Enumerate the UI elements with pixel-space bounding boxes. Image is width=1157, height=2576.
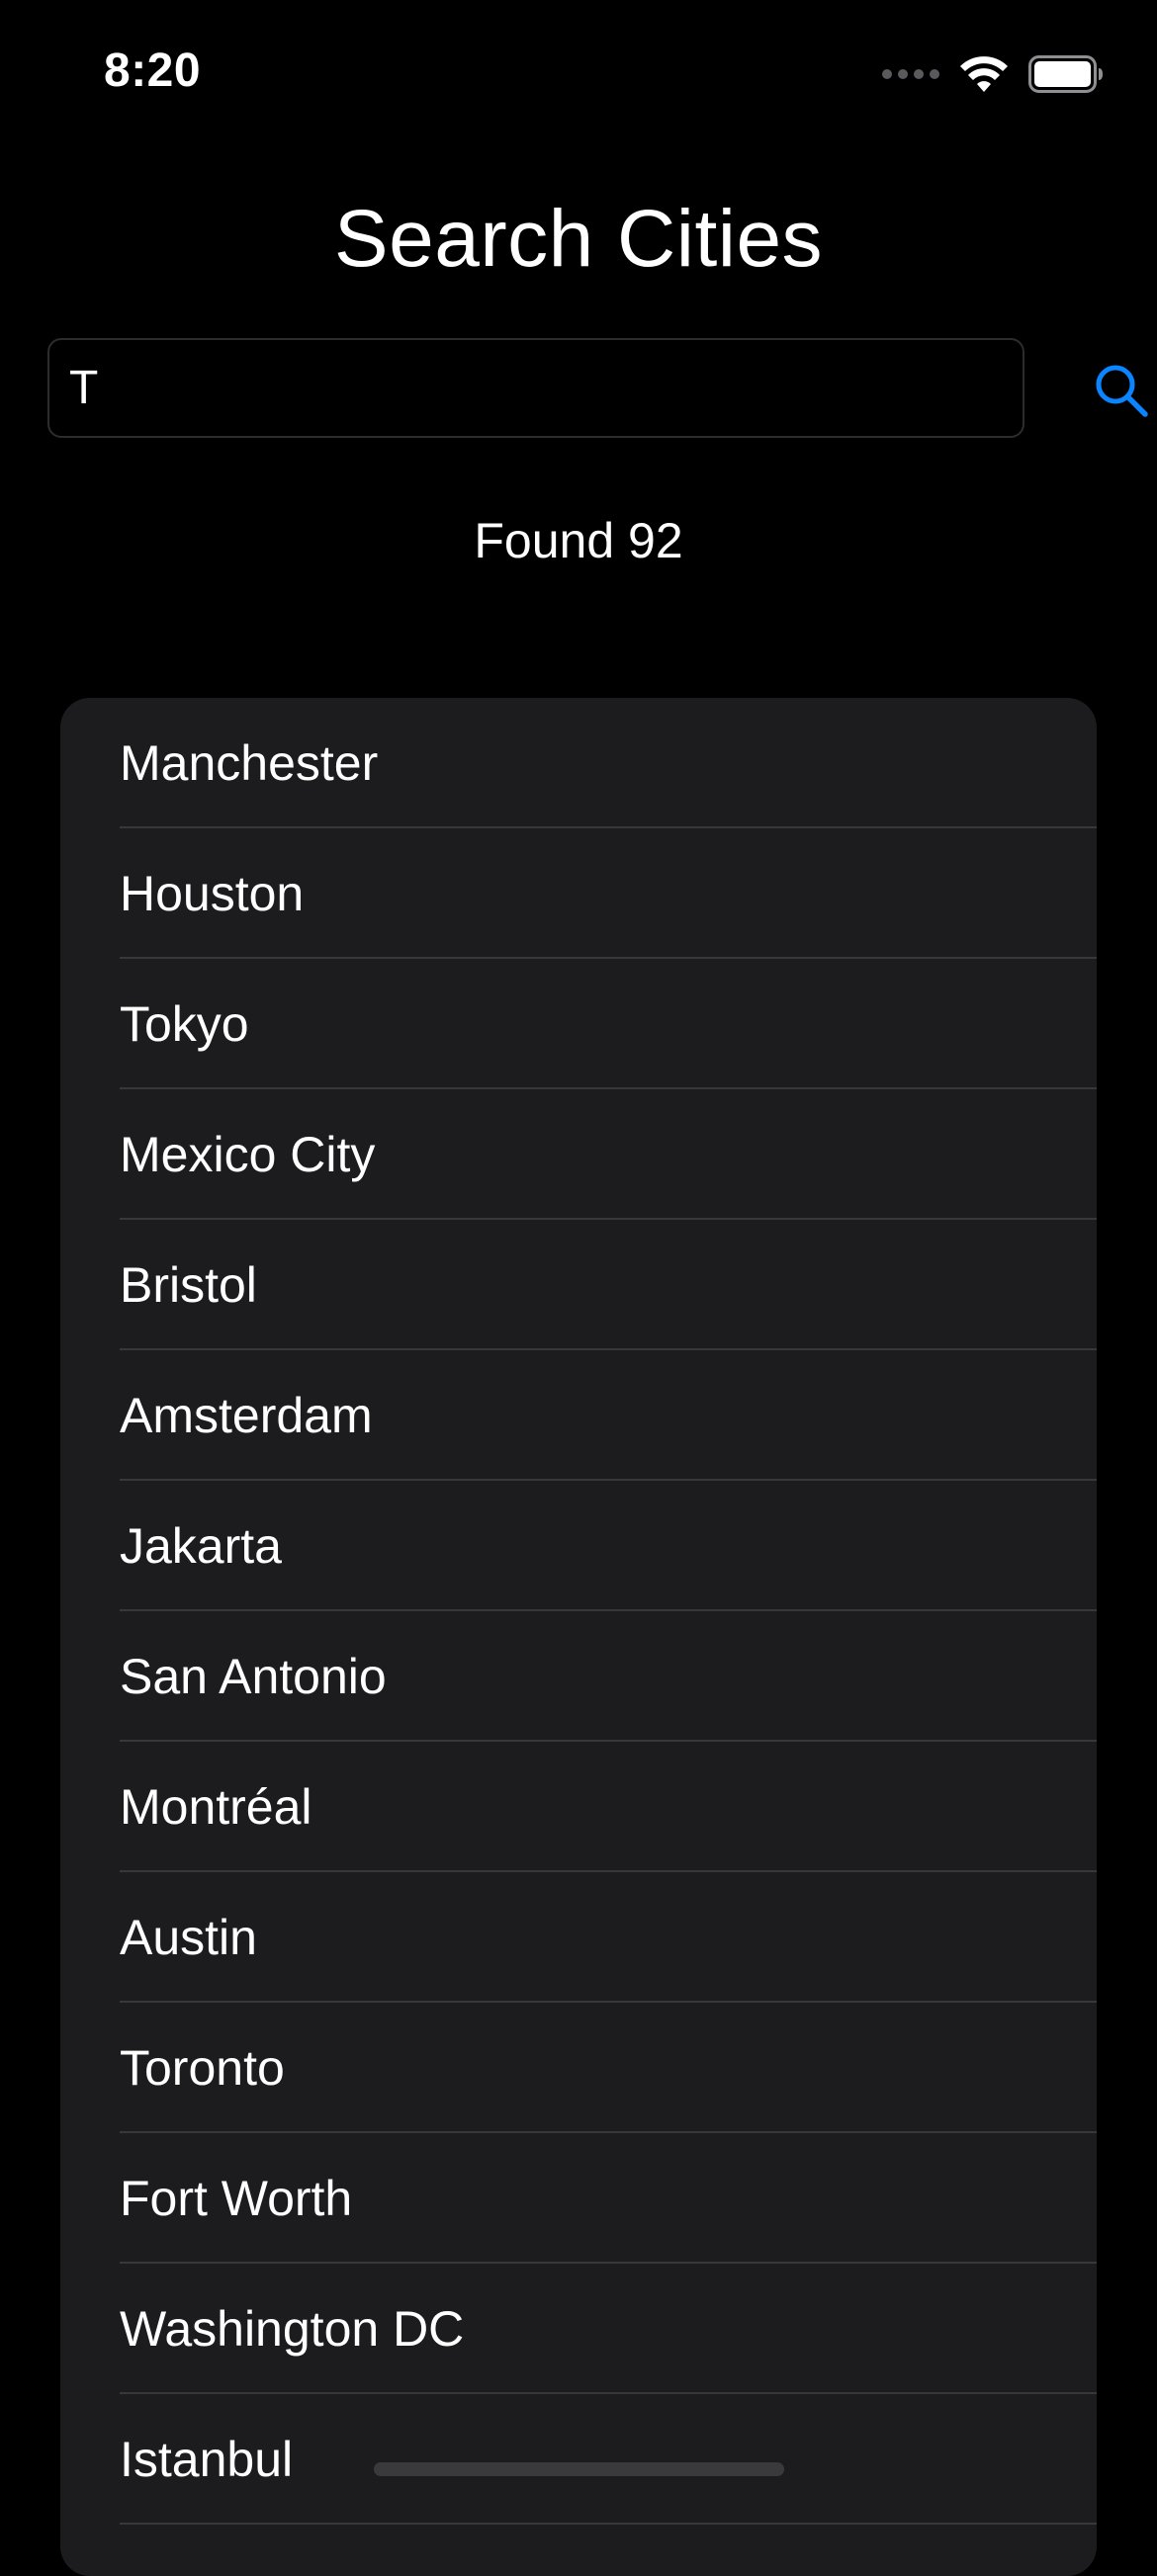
list-item[interactable]: Manchester	[60, 698, 1097, 828]
list-item[interactable]: Fort Worth	[60, 2133, 1097, 2264]
list-item[interactable]: Istanbul	[60, 2394, 1097, 2525]
city-name: Manchester	[120, 735, 379, 791]
city-name: Toronto	[120, 2040, 285, 2096]
list-item[interactable]: Amsterdam	[60, 1350, 1097, 1481]
list-item[interactable]: Toronto	[60, 2003, 1097, 2133]
city-name: Istanbul	[120, 2432, 294, 2487]
city-list[interactable]: Manchester Houston Tokyo Mexico City Bri…	[60, 698, 1097, 2576]
city-name: Mexico City	[120, 1127, 376, 1182]
list-item[interactable]: Houston	[60, 828, 1097, 959]
city-name: Amsterdam	[120, 1388, 373, 1443]
list-item[interactable]: Tokyo	[60, 959, 1097, 1089]
search-button[interactable]	[1094, 356, 1157, 425]
home-indicator[interactable]	[374, 2462, 784, 2476]
list-item[interactable]: Jakarta	[60, 1481, 1097, 1611]
search-input[interactable]	[69, 361, 999, 415]
city-name: Jakarta	[120, 1518, 282, 1574]
list-item[interactable]: Mexico City	[60, 1089, 1097, 1220]
search-icon	[1096, 365, 1148, 417]
city-name: Montréal	[120, 1779, 312, 1835]
search-field[interactable]	[47, 338, 1024, 438]
city-name: Austin	[120, 1910, 257, 1965]
list-item[interactable]: Austin	[60, 1872, 1097, 2003]
wifi-icon	[960, 56, 1008, 92]
city-name: Washington DC	[120, 2301, 465, 2357]
status-icons	[882, 51, 1104, 97]
list-item[interactable]: Bristol	[60, 1220, 1097, 1350]
city-name: Bristol	[120, 1257, 257, 1313]
list-item[interactable]: San Antonio	[60, 1611, 1097, 1742]
list-item[interactable]: Montréal	[60, 1742, 1097, 1872]
results-count: Found 92	[474, 513, 683, 568]
signal-dots-icon	[882, 69, 939, 79]
status-time: 8:20	[104, 44, 202, 97]
city-name: Fort Worth	[120, 2171, 353, 2226]
battery-icon	[1028, 55, 1103, 93]
city-name: San Antonio	[120, 1649, 387, 1704]
city-name: Tokyo	[120, 996, 249, 1052]
status-bar: 8:20	[0, 0, 1157, 148]
list-item[interactable]: Washington DC	[60, 2264, 1097, 2394]
page-title: Search Cities	[333, 193, 824, 284]
city-name: Houston	[120, 866, 305, 921]
